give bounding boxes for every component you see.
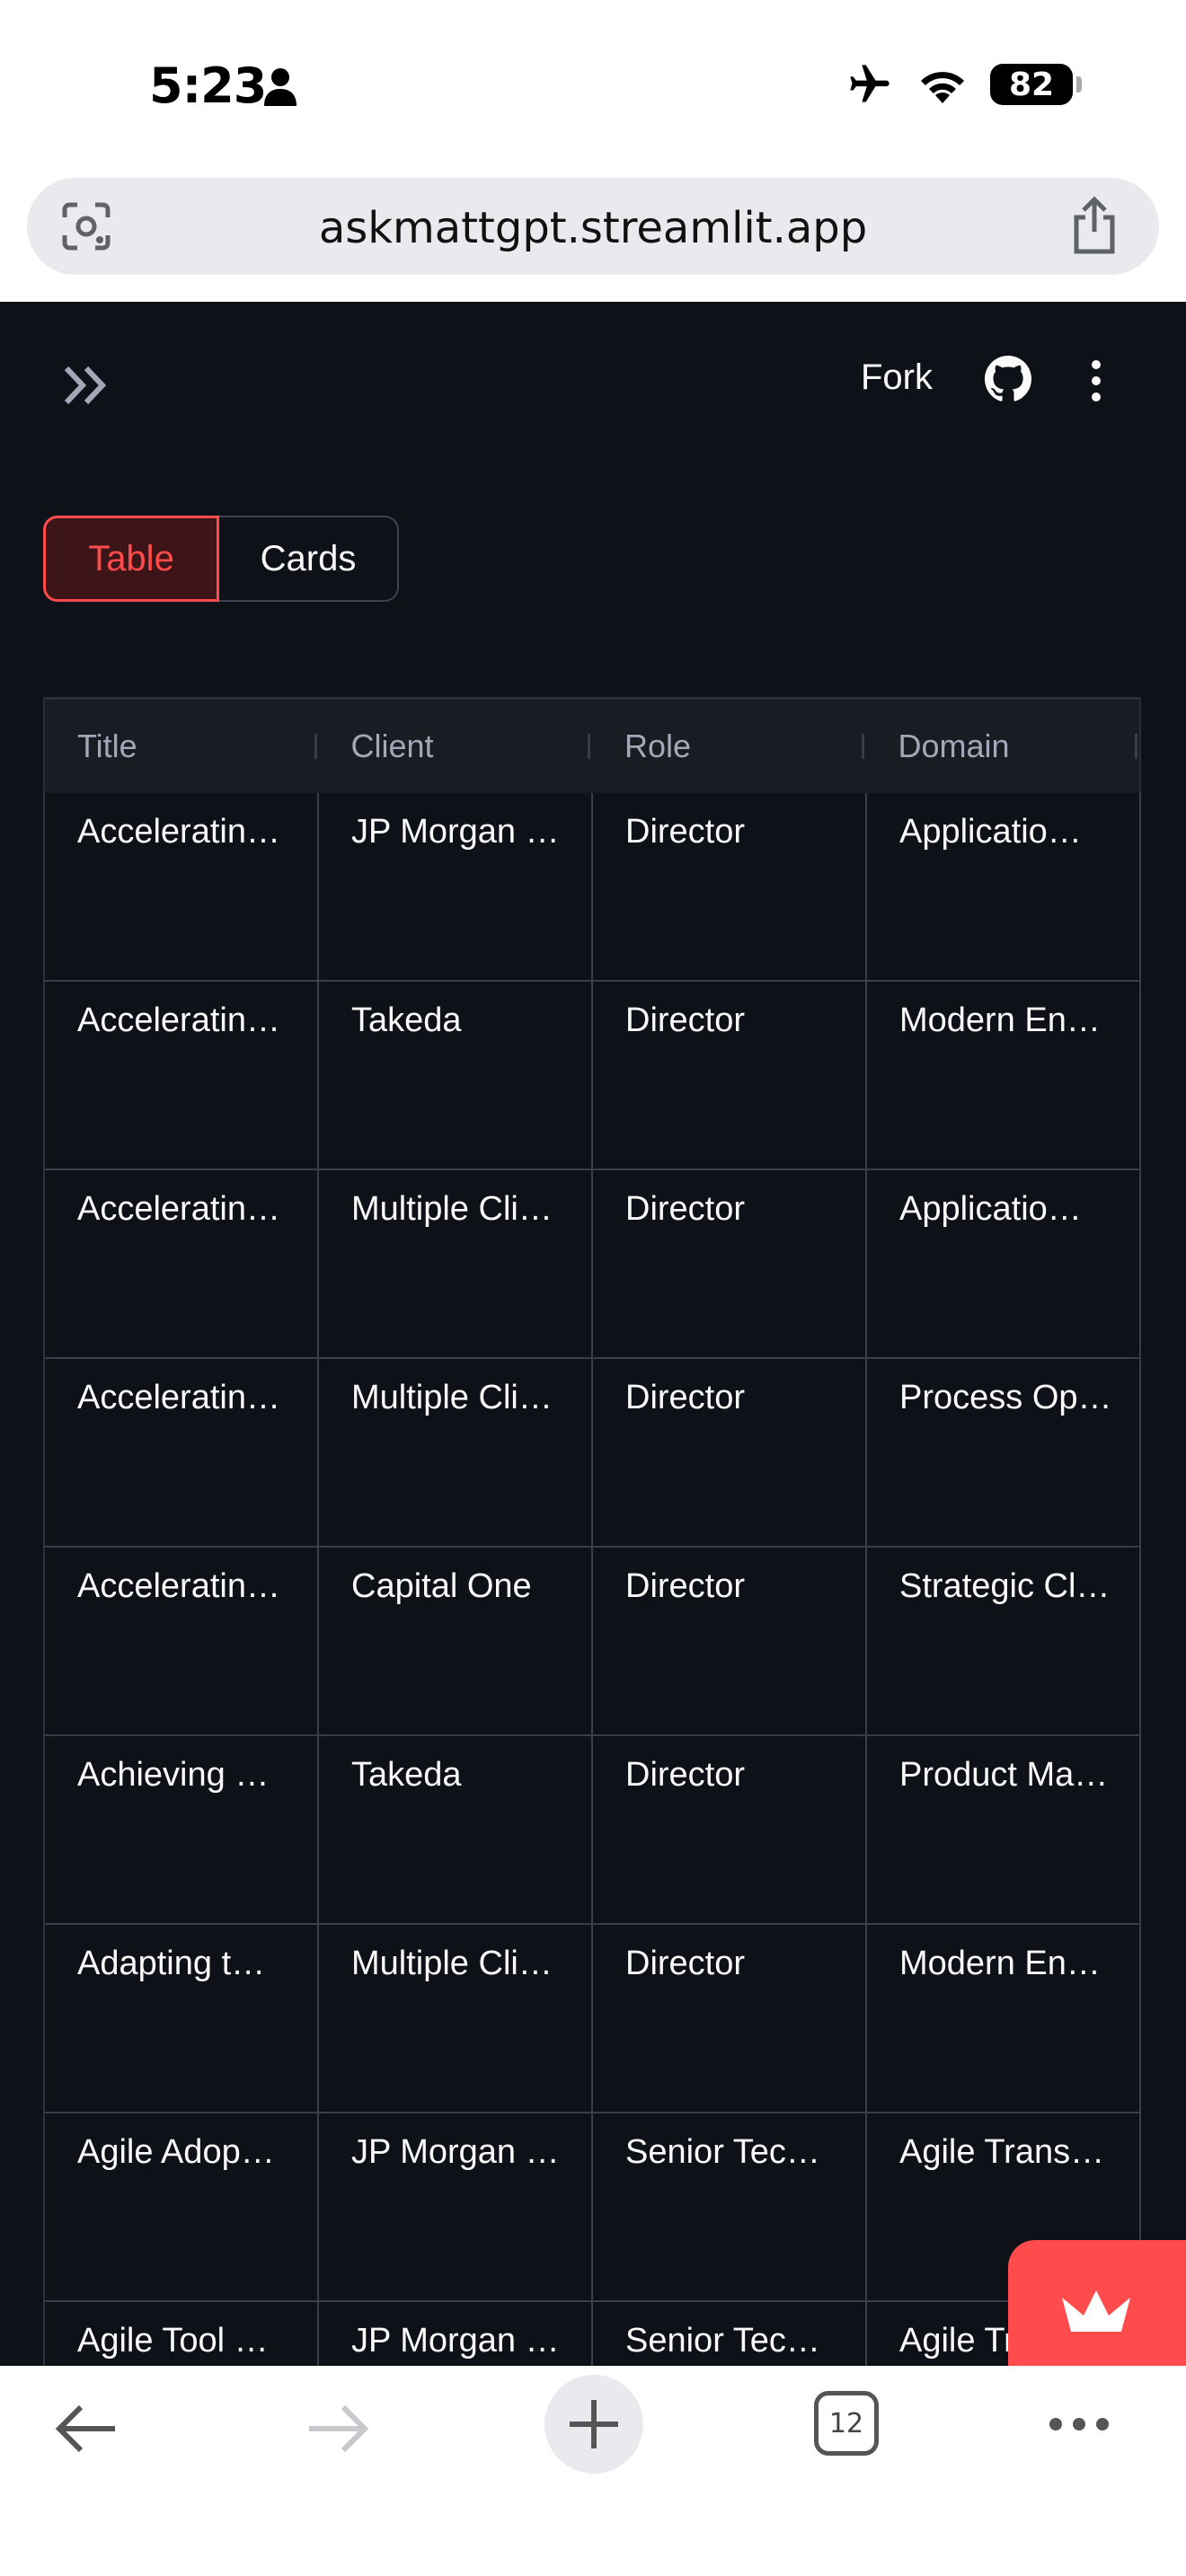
expand-sidebar-icon[interactable] [63,365,110,406]
table-cell[interactable]: JP Morgan … [319,2302,593,2368]
main-menu-icon[interactable] [1085,357,1107,404]
table-cell[interactable]: Senior Tec… [593,2113,867,2300]
table-row[interactable]: Acceleratin… JP Morgan … Director Applicati… [43,793,1141,982]
url-text[interactable]: askmattgpt.streamlit.app [27,203,1159,253]
table-cell[interactable]: Applicatio… [867,1170,1141,1357]
table-cell[interactable]: Director [593,793,867,980]
table-cell[interactable]: Agile Tool … [45,2302,319,2368]
status-icons: 82 [845,61,1082,108]
wifi-icon [921,72,964,103]
table-cell[interactable]: Director [593,1548,867,1734]
share-icon[interactable] [1069,196,1120,255]
column-header-domain[interactable]: Domain [866,700,1140,793]
table-cell[interactable]: Modern En… [867,1925,1141,2112]
streamlit-badge[interactable] [1008,2240,1186,2375]
table-cell[interactable]: Agile Adop… [45,2113,319,2300]
table-cell[interactable]: Product Ma… [867,1736,1141,1923]
table-cell[interactable]: Acceleratin… [45,793,319,980]
table-row[interactable]: Acceleratin… Takeda Director Modern En… [43,982,1141,1170]
airplane-icon [850,65,890,102]
table-cell[interactable]: Adapting t… [45,1925,319,2112]
table-cell[interactable]: Acceleratin… [45,1548,319,1734]
table-cell[interactable]: Achieving … [45,1736,319,1923]
address-bar[interactable]: askmattgpt.streamlit.app [27,178,1159,275]
person-icon [264,68,296,106]
table-cell[interactable]: Multiple Cli… [319,1170,593,1357]
fork-button[interactable]: Fork [861,357,933,398]
status-bar: 5:23 82 [0,0,1186,171]
table-body: Acceleratin… JP Morgan … Director Applicati… [43,793,1141,2368]
status-time: 5:23 [149,57,267,114]
plus-icon [570,2400,618,2448]
table-cell[interactable]: Strategic Cl… [867,1548,1141,1734]
cards-view-button[interactable]: Cards [219,516,399,602]
more-options-icon[interactable] [1048,2416,1111,2432]
data-table: Title Client Role Domain Acceleratin… JP … [43,697,1141,2368]
table-row[interactable]: Achieving … Takeda Director Product Ma… [43,1736,1141,1925]
streamlit-crown-icon [1062,2290,1130,2332]
table-row[interactable]: Agile Tool … JP Morgan … Senior Tec… Agile … [43,2302,1141,2368]
table-cell[interactable]: Director [593,982,867,1169]
table-cell[interactable]: Modern En… [867,982,1141,1169]
table-row[interactable]: Acceleratin… Multiple Cli… Director Applica… [43,1170,1141,1359]
table-cell[interactable]: Director [593,1925,867,2112]
battery-cap [1076,76,1082,93]
table-view-button[interactable]: Table [43,516,219,602]
table-cell[interactable]: JP Morgan … [319,2113,593,2300]
view-toggle: Table Cards [43,516,399,602]
table-cell[interactable]: Senior Tec… [593,2302,867,2368]
tab-switcher-button[interactable]: 12 [814,2391,879,2456]
table-cell[interactable]: Acceleratin… [45,1359,319,1546]
back-arrow-icon[interactable] [54,2402,119,2456]
table-cell[interactable]: Applicatio… [867,793,1141,980]
battery-indicator: 82 [990,64,1082,105]
github-icon[interactable] [985,356,1031,402]
table-cell[interactable]: Takeda [319,1736,593,1923]
table-cell[interactable]: Acceleratin… [45,1170,319,1357]
table-cell[interactable]: Director [593,1359,867,1546]
table-row[interactable]: Acceleratin… Multiple Cli… Director Process… [43,1359,1141,1548]
table-cell[interactable]: JP Morgan … [319,793,593,980]
table-cell[interactable]: Multiple Cli… [319,1359,593,1546]
table-cell[interactable]: Director [593,1170,867,1357]
new-tab-button[interactable] [544,2375,643,2474]
app-container: Fork Table Cards Title Client Role Domai… [0,302,1186,2368]
table-cell[interactable]: Multiple Cli… [319,1925,593,2112]
battery-level: 82 [1008,66,1055,103]
table-cell[interactable]: Director [593,1736,867,1923]
table-cell[interactable]: Acceleratin… [45,982,319,1169]
forward-arrow-icon[interactable] [305,2402,370,2456]
column-header-role[interactable]: Role [592,700,866,793]
column-header-title[interactable]: Title [45,700,319,793]
table-cell[interactable]: Takeda [319,982,593,1169]
browser-toolbar: 12 [0,2366,1186,2576]
table-row[interactable]: Adapting t… Multiple Cli… Director Modern E… [43,1925,1141,2113]
table-row[interactable]: Agile Adop… JP Morgan … Senior Tec… Agile T… [43,2113,1141,2302]
table-header: Title Client Role Domain [43,700,1141,793]
table-cell[interactable]: Capital One [319,1548,593,1734]
column-header-client[interactable]: Client [319,700,593,793]
table-cell[interactable]: Process Op… [867,1359,1141,1546]
table-row[interactable]: Acceleratin… Capital One Director Strategic… [43,1548,1141,1736]
